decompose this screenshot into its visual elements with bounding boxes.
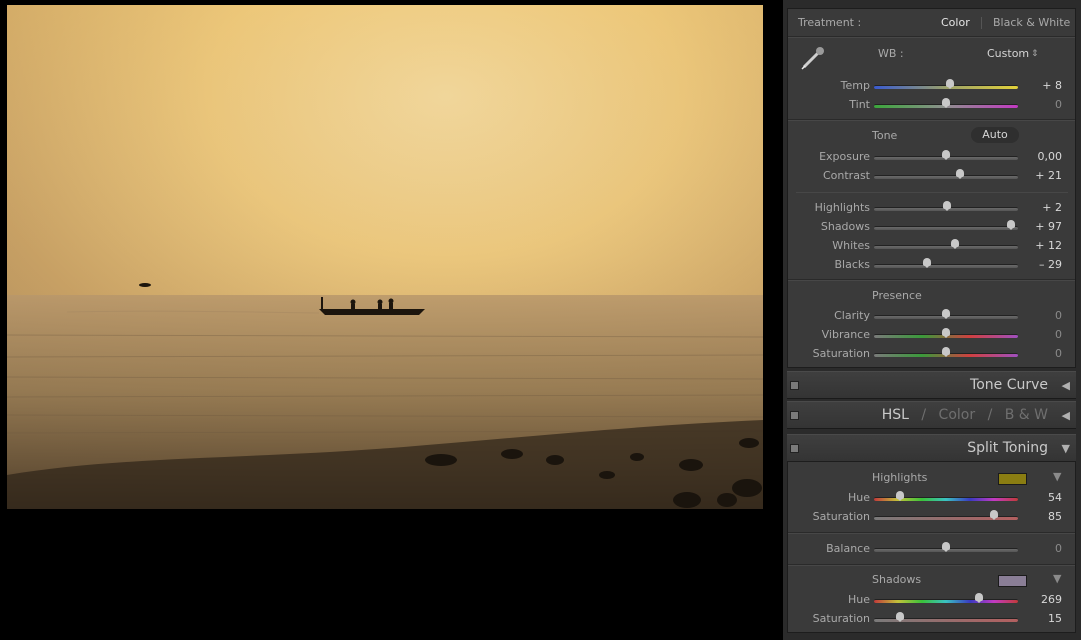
slider-label: Contrast (822, 169, 870, 182)
slider-value[interactable]: – 29 (1012, 258, 1062, 272)
treatment-divider (981, 17, 982, 29)
slider-value[interactable]: + 12 (1012, 239, 1062, 253)
slider-label: Whites (832, 239, 870, 252)
exposure-slider-row: Exposure 0,00 (788, 149, 1075, 167)
wb-preset-select[interactable]: Custom (987, 47, 1029, 61)
slider-value[interactable]: 85 (1012, 510, 1062, 524)
slider-value[interactable]: 0 (1012, 309, 1062, 323)
basic-panel: Treatment : Color Black & White WB : Cus… (787, 8, 1076, 368)
photo-preview (7, 5, 763, 509)
vibrance-slider-row: Vibrance 0 (788, 327, 1075, 345)
slider-label: Hue (847, 491, 870, 504)
slider-value[interactable]: + 2 (1012, 201, 1062, 215)
saturation-slider-row: Saturation 0 (788, 346, 1075, 364)
white-balance-eyedropper-icon[interactable] (798, 43, 828, 73)
slider-label: Temp (840, 79, 870, 92)
split-shadows-saturation-row: Saturation 15 (788, 611, 1075, 629)
slider-value[interactable]: + 97 (1012, 220, 1062, 234)
hsl-slash-2: / (987, 407, 993, 423)
slider-value[interactable]: + 8 (1012, 79, 1062, 93)
split-highlights-color-swatch[interactable] (998, 473, 1027, 485)
tone-curve-title: Tone Curve (970, 377, 1048, 393)
slider-value[interactable]: 54 (1012, 491, 1062, 505)
split-highlights-dropdown-arrow-icon[interactable]: ▼ (1053, 470, 1061, 484)
split-shadows-label: Shadows (872, 573, 922, 586)
split-toning-panel: Highlights ▼ Hue 54 Saturation 85 Balance 0… (787, 461, 1076, 633)
slider-label: Tint (849, 98, 870, 111)
split-highlights-hue-row: Hue 54 (788, 490, 1075, 508)
slider-track[interactable] (874, 226, 1018, 230)
slider-label: Shadows (820, 220, 870, 233)
slider-label: Blacks (834, 258, 871, 271)
slider-label: Saturation (812, 510, 870, 523)
slider-track[interactable] (874, 264, 1018, 268)
color-tab[interactable]: Color (939, 407, 976, 423)
tone-label: Tone (872, 129, 898, 142)
slider-label: Saturation (812, 347, 870, 360)
slider-value[interactable]: + 21 (1012, 169, 1062, 183)
whites-slider-row: Whites + 12 (788, 238, 1075, 256)
slider-value[interactable]: 0 (1012, 328, 1062, 342)
hsl-slash-1: / (921, 407, 927, 423)
contrast-slider-row: Contrast + 21 (788, 168, 1075, 186)
split-shadows-color-swatch[interactable] (998, 575, 1027, 587)
tone-subdivider (796, 192, 1068, 193)
presence-label: Presence (872, 289, 922, 302)
treatment-color-option[interactable]: Color (941, 16, 970, 30)
slider-track[interactable] (874, 245, 1018, 249)
slider-value[interactable]: 0 (1012, 347, 1062, 361)
highlights-slider-row: Highlights + 2 (788, 200, 1075, 218)
slider-value[interactable]: 0,00 (1012, 150, 1063, 164)
slider-label: Saturation (812, 612, 870, 625)
tone-curve-panel-header[interactable]: Tone Curve ◀ (787, 371, 1076, 399)
slider-label: Balance (826, 542, 870, 555)
tone-auto-button[interactable]: Auto (971, 127, 1019, 143)
slider-track[interactable] (874, 175, 1018, 179)
slider-value[interactable]: 15 (1012, 612, 1062, 626)
split-balance-row: Balance 0 (788, 541, 1075, 559)
tone-curve-toggle-switch[interactable] (790, 381, 799, 390)
tint-slider-row: Tint 0 (788, 97, 1075, 115)
split-toning-toggle-switch[interactable] (790, 444, 799, 453)
slider-label: Clarity (834, 309, 870, 322)
slider-label: Exposure (819, 150, 870, 163)
slider-label: Highlights (814, 201, 870, 214)
split-toning-panel-header[interactable]: Split Toning ▼ (787, 434, 1076, 462)
develop-panel: Treatment : Color Black & White WB : Cus… (783, 0, 1081, 640)
split-toning-title: Split Toning (967, 440, 1048, 456)
split-highlights-saturation-row: Saturation 85 (788, 509, 1075, 527)
wb-label: WB : (878, 47, 904, 60)
slider-value[interactable]: 0 (1012, 98, 1062, 112)
split-highlights-label: Highlights (872, 471, 928, 484)
hsl-collapse-arrow-icon[interactable]: ◀ (1062, 409, 1070, 422)
split-shadows-dropdown-arrow-icon[interactable]: ▼ (1053, 572, 1061, 586)
bw-tab[interactable]: B & W (1005, 407, 1048, 423)
slider-value[interactable]: 269 (1012, 593, 1062, 607)
shadows-slider-row: Shadows + 97 (788, 219, 1075, 237)
split-shadows-hue-row: Hue 269 (788, 592, 1075, 610)
hsl-toggle-switch[interactable] (790, 411, 799, 420)
clarity-slider-row: Clarity 0 (788, 308, 1075, 326)
hsl-tab[interactable]: HSL (882, 407, 909, 423)
wb-preset-arrows-icon[interactable]: ⇕ (1031, 47, 1039, 61)
treatment-bw-option[interactable]: Black & White (993, 16, 1070, 30)
treatment-label: Treatment : (798, 16, 862, 29)
blacks-slider-row: Blacks – 29 (788, 257, 1075, 275)
temp-slider-row: Temp + 8 (788, 78, 1075, 96)
slider-value[interactable]: 0 (1012, 542, 1062, 556)
slider-label: Hue (847, 593, 870, 606)
slider-track[interactable] (874, 599, 1018, 603)
split-toning-expand-arrow-icon[interactable]: ▼ (1062, 442, 1070, 455)
tone-curve-collapse-arrow-icon[interactable]: ◀ (1062, 379, 1070, 392)
hsl-panel-header[interactable]: HSL / Color / B & W ◀ (787, 401, 1076, 429)
slider-label: Vibrance (821, 328, 870, 341)
